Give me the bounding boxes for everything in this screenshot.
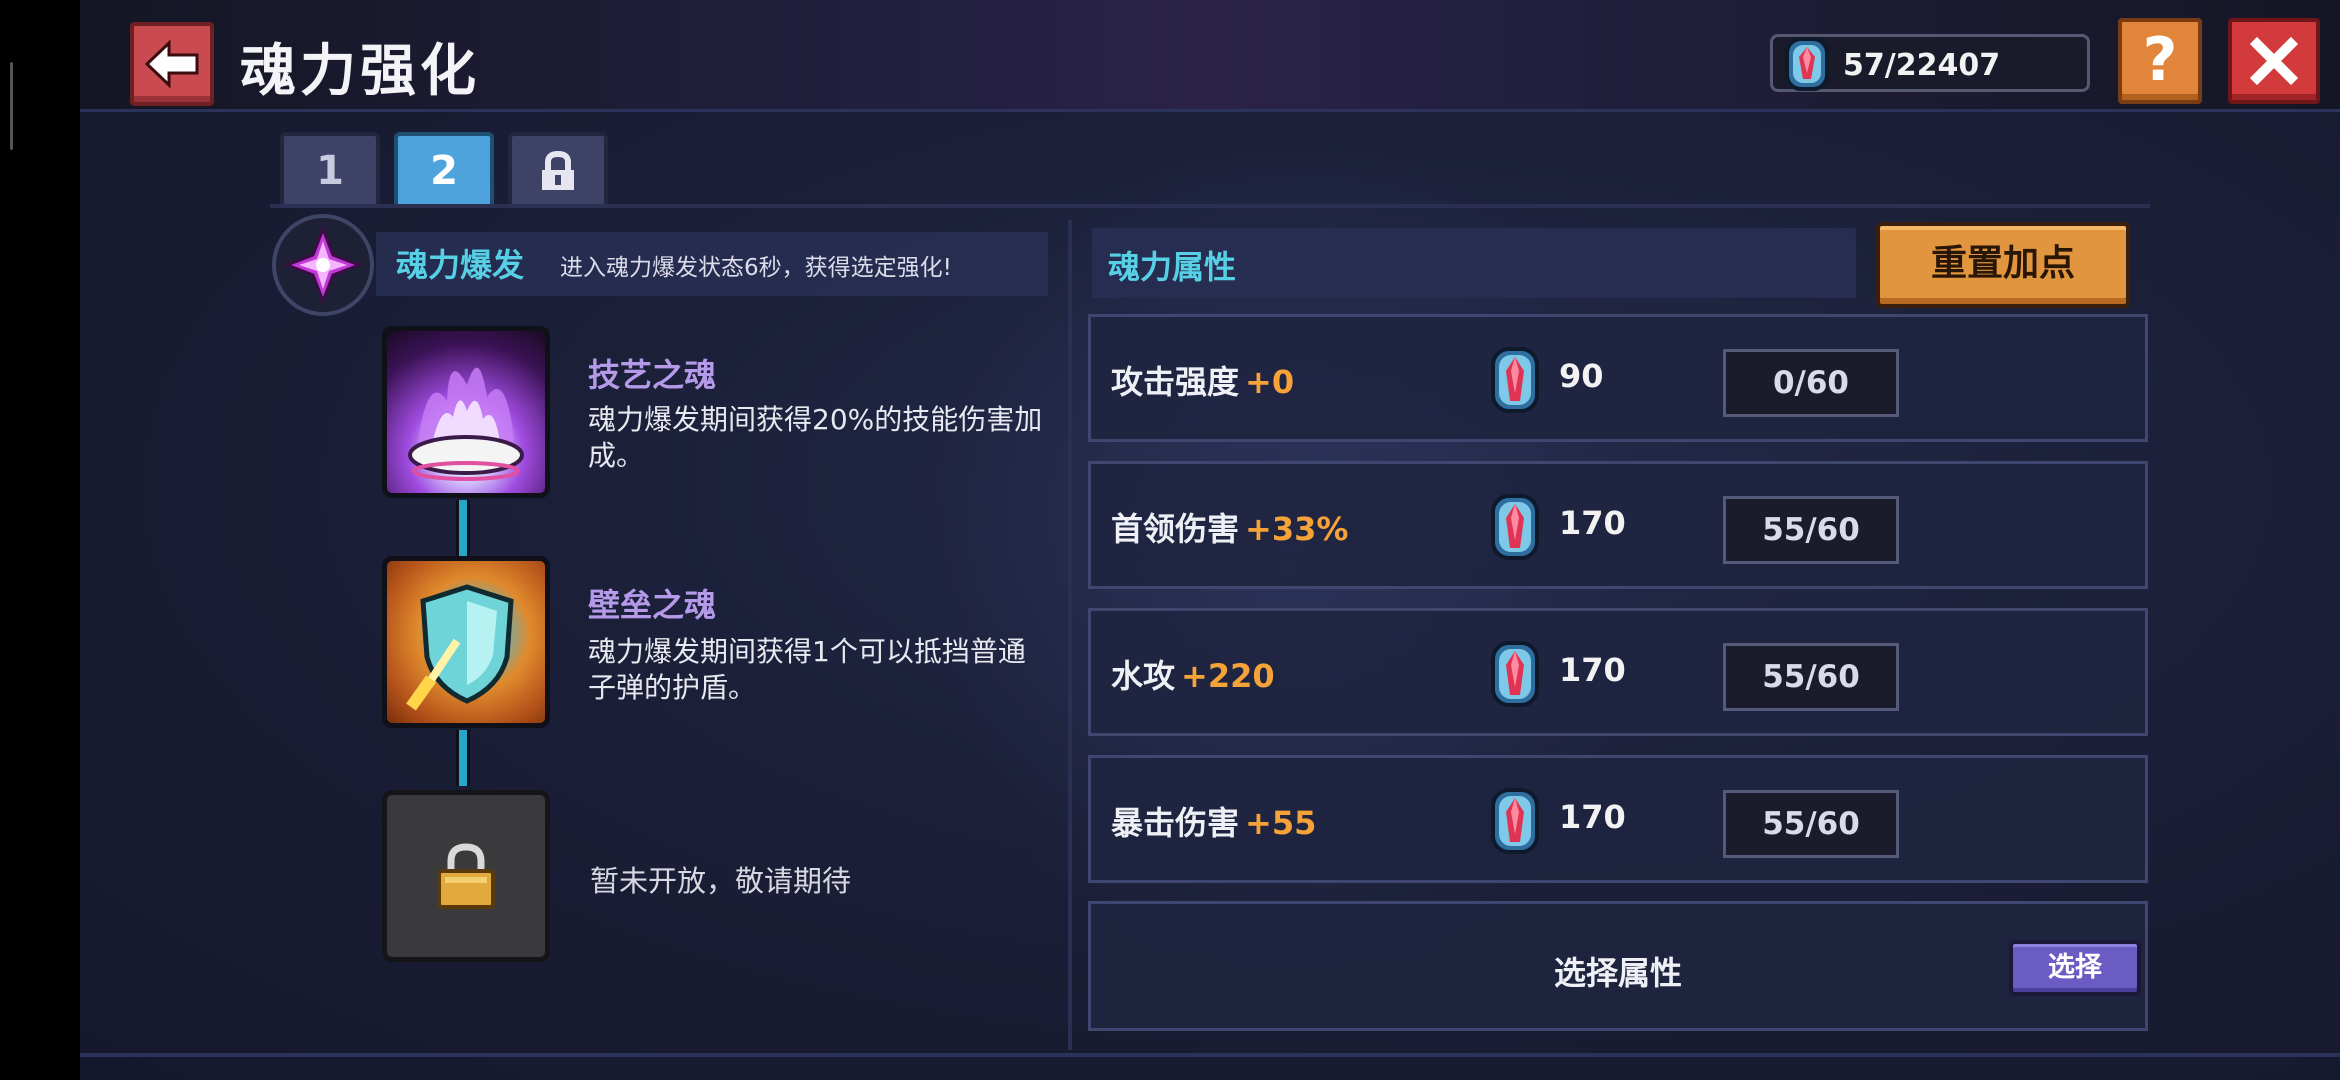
attribute-label: 攻击强度 +0 (1111, 363, 1295, 401)
page-title: 魂力强化 (240, 39, 480, 104)
attribute-row[interactable]: 水攻 +220 170 55/60 (1088, 608, 2148, 736)
tab-locked[interactable] (508, 132, 608, 208)
select-attribute-label: 选择属性 (1553, 954, 1682, 992)
close-icon (2249, 36, 2299, 86)
attribute-bonus: +220 (1181, 657, 1275, 695)
attribute-cost: 90 (1559, 357, 1604, 395)
purple-soul-flame-icon[interactable] (382, 326, 550, 498)
soul-gem-icon (1487, 492, 1543, 566)
skill-name: 壁垒之魂 (588, 586, 717, 624)
soul-burst-icon (272, 214, 374, 316)
attribute-level: 55/60 (1723, 790, 1899, 858)
soul-gem-icon (1487, 639, 1543, 713)
attribute-bonus: +0 (1245, 363, 1295, 401)
attribute-row[interactable]: 首领伤害 +33% 170 55/60 (1088, 461, 2148, 589)
select-button[interactable]: 选择 (2009, 940, 2141, 996)
attribute-label: 水攻 +220 (1111, 657, 1275, 695)
shield-soul-icon[interactable] (382, 556, 550, 728)
padlock-icon (437, 843, 495, 909)
skill-name: 技艺之魂 (588, 356, 717, 394)
panel-divider (1068, 220, 1072, 1050)
attribute-label: 暴击伤害 +55 (1111, 804, 1317, 842)
soul-gem-icon (1487, 786, 1543, 860)
skill-description: 魂力爆发期间获得1个可以抵挡普通子弹的护盾。 (588, 635, 1026, 704)
attribute-bonus: +55 (1245, 804, 1317, 842)
attribute-row[interactable]: 暴击伤害 +55 170 55/60 (1088, 755, 2148, 883)
soul-burst-description: 进入魂力爆发状态6秒，获得选定强化! (560, 255, 952, 281)
select-attribute-row: 选择属性 选择 (1088, 901, 2148, 1031)
scroll-indicator (10, 62, 13, 150)
tab-divider (270, 204, 2150, 208)
back-button[interactable] (130, 22, 214, 106)
attributes-title: 魂力属性 (1108, 248, 1237, 286)
locked-skill-text: 暂未开放，敬请期待 (590, 864, 852, 898)
currency-value: 57/22407 (1843, 48, 2001, 83)
tab-2[interactable]: 2 (394, 132, 494, 208)
soul-gem-icon (1487, 345, 1543, 419)
attribute-level: 55/60 (1723, 496, 1899, 564)
tab-1[interactable]: 1 (280, 132, 380, 208)
help-button[interactable]: ? (2118, 18, 2202, 104)
attribute-level: 0/60 (1723, 349, 1899, 417)
attribute-level: 55/60 (1723, 643, 1899, 711)
attribute-cost: 170 (1559, 798, 1626, 836)
skill-description: 魂力爆发期间获得20%的技能伤害加成。 (588, 403, 1043, 472)
attribute-cost: 170 (1559, 651, 1626, 689)
skill-connector (456, 730, 470, 786)
soul-currency-display: 57/22407 (1770, 34, 2090, 92)
attribute-bonus: +33% (1245, 510, 1349, 548)
attribute-row[interactable]: 攻击强度 +0 90 0/60 (1088, 314, 2148, 442)
lock-icon (542, 150, 574, 190)
back-arrow-icon (144, 39, 199, 89)
frame-bottom (80, 1053, 2340, 1057)
skill-connector (456, 500, 470, 556)
reset-points-button[interactable]: 重置加点 (1876, 222, 2130, 308)
soul-gem-icon (1777, 33, 1837, 99)
attribute-label: 首领伤害 +33% (1111, 510, 1349, 548)
soul-burst-title: 魂力爆发 (396, 246, 525, 284)
attribute-cost: 170 (1559, 504, 1626, 542)
locked-skill-slot (382, 790, 550, 962)
close-button[interactable] (2228, 18, 2320, 104)
